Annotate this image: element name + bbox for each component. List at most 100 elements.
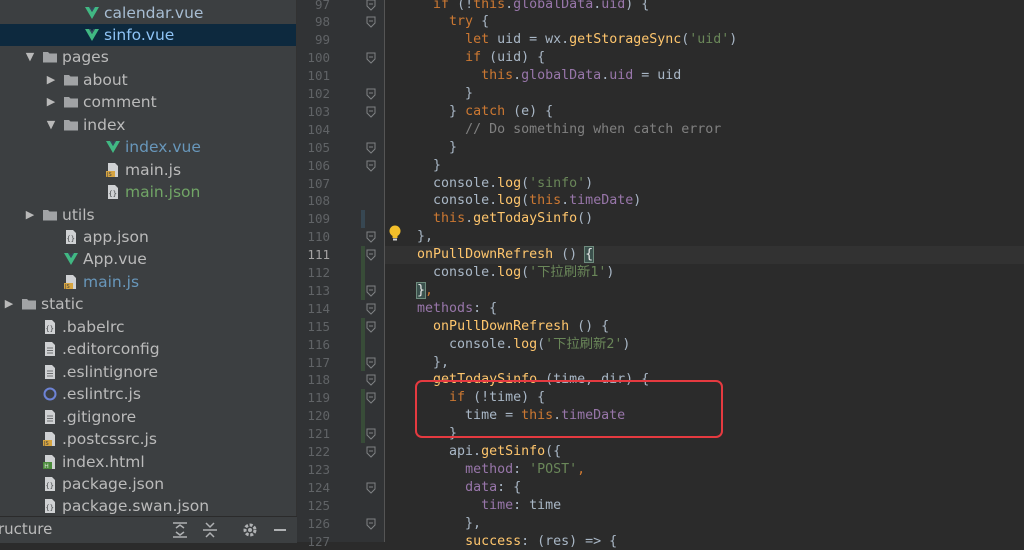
- chevron-down-icon[interactable]: ▼: [45, 118, 57, 131]
- minimize-icon[interactable]: [270, 520, 290, 540]
- fold-marker-icon[interactable]: [366, 231, 376, 243]
- tree-item-comment[interactable]: ▶comment: [0, 91, 297, 114]
- json-file-icon: {}: [42, 476, 58, 492]
- code-line[interactable]: },: [385, 515, 1024, 533]
- code-line[interactable]: }: [385, 85, 1024, 103]
- code-line[interactable]: onPullDownRefresh () {: [385, 246, 1024, 264]
- code-line[interactable]: console.log('下拉刷新1'): [385, 264, 1024, 282]
- fold-marker-icon[interactable]: [366, 374, 376, 386]
- tree-item-index-html[interactable]: Hindex.html: [0, 451, 297, 474]
- code-line[interactable]: // Do something when catch error: [385, 121, 1024, 139]
- code-line[interactable]: this.getTodaySinfo(): [385, 210, 1024, 228]
- line-number: 115: [297, 318, 330, 336]
- tree-item-about[interactable]: ▶about: [0, 69, 297, 92]
- collapse-all-icon[interactable]: [200, 520, 220, 540]
- fold-marker-icon[interactable]: [366, 0, 376, 11]
- code-line[interactable]: method: 'POST',: [385, 461, 1024, 479]
- code-line[interactable]: }: [385, 139, 1024, 157]
- fold-marker-icon[interactable]: [366, 482, 376, 494]
- vcs-added-marker[interactable]: [361, 246, 365, 300]
- fold-marker-icon[interactable]: [366, 16, 376, 28]
- tree-item-static[interactable]: ▶static: [0, 293, 297, 316]
- chevron-right-icon[interactable]: ▶: [45, 73, 57, 86]
- code-line[interactable]: success: (res) => {: [385, 533, 1024, 550]
- tree-item-index[interactable]: ▼index: [0, 114, 297, 137]
- code-line[interactable]: console.log(this.timeDate): [385, 192, 1024, 210]
- tree-item-editorconfig[interactable]: .editorconfig: [0, 338, 297, 361]
- code-token: }: [385, 86, 473, 101]
- code-line[interactable]: if (!this.globalData.uid) {: [385, 0, 1024, 13]
- fold-marker-icon[interactable]: [366, 446, 376, 458]
- tree-item-app-vue[interactable]: App.vue: [0, 248, 297, 271]
- tree-item-package-json[interactable]: {}package.json: [0, 473, 297, 496]
- line-number: 111: [297, 246, 330, 264]
- tree-item-postcssrc-js[interactable]: JS.postcssrc.js: [0, 428, 297, 451]
- code-token: (: [521, 176, 529, 191]
- code-line[interactable]: try {: [385, 13, 1024, 31]
- lightbulb-icon[interactable]: [388, 225, 402, 242]
- fold-marker-icon[interactable]: [366, 518, 376, 530]
- tree-item-babelrc[interactable]: {}.babelrc: [0, 316, 297, 339]
- vcs-added-marker[interactable]: [361, 318, 365, 372]
- code-line[interactable]: time: time: [385, 497, 1024, 515]
- expand-all-icon[interactable]: [170, 520, 190, 540]
- chevron-right-icon[interactable]: ▶: [24, 208, 36, 221]
- code-line[interactable]: },: [385, 228, 1024, 246]
- tree-item-gitignore[interactable]: .gitignore: [0, 406, 297, 429]
- vcs-added-marker[interactable]: [361, 389, 365, 443]
- tree-item-utils[interactable]: ▶ utils: [0, 204, 297, 227]
- tree-item-eslintignore[interactable]: .eslintignore: [0, 361, 297, 384]
- chevron-down-icon[interactable]: ▼: [24, 50, 36, 63]
- line-number: 106: [297, 157, 330, 175]
- tree-item-sinfo-vue[interactable]: sinfo.vue: [0, 24, 297, 47]
- fold-marker-icon[interactable]: [366, 160, 376, 172]
- tree-item-label: utils: [62, 205, 95, 225]
- code-line[interactable]: methods: {: [385, 300, 1024, 318]
- svg-text:JS: JS: [106, 172, 112, 178]
- code-token: (: [521, 193, 529, 208]
- code-line[interactable]: },: [385, 354, 1024, 372]
- code-line[interactable]: console.log('下拉刷新2'): [385, 336, 1024, 354]
- code-line[interactable]: if (uid) {: [385, 49, 1024, 67]
- code-line[interactable]: onPullDownRefresh () {: [385, 318, 1024, 336]
- fold-marker-icon[interactable]: [366, 106, 376, 118]
- chevron-right-icon[interactable]: ▶: [3, 297, 15, 310]
- fold-marker-icon[interactable]: [366, 285, 376, 297]
- code-line[interactable]: data: {: [385, 479, 1024, 497]
- code-token: [385, 498, 481, 513]
- gear-icon[interactable]: [240, 520, 260, 540]
- fold-marker-icon[interactable]: [366, 142, 376, 154]
- fold-marker-icon[interactable]: [366, 303, 376, 315]
- code-line[interactable]: api.getSinfo({: [385, 443, 1024, 461]
- tree-item-app-json[interactable]: {}app.json: [0, 226, 297, 249]
- code-line[interactable]: console.log('sinfo'): [385, 175, 1024, 193]
- code-token: let: [465, 32, 489, 47]
- code-token: this: [481, 68, 513, 83]
- tree-item-main-json[interactable]: {}main.json: [0, 181, 297, 204]
- svg-text:{}: {}: [109, 190, 117, 198]
- tree-item-package-swan-json[interactable]: {}package.swan.json: [0, 495, 297, 518]
- tree-item-main-js[interactable]: JSmain.js: [0, 159, 297, 182]
- code-line[interactable]: } catch (e) {: [385, 103, 1024, 121]
- fold-marker-icon[interactable]: [366, 249, 376, 261]
- tree-item-calendar-vue[interactable]: calendar.vue: [0, 2, 297, 25]
- fold-marker-icon[interactable]: [366, 357, 376, 369]
- fold-marker-icon[interactable]: [366, 52, 376, 64]
- tree-item-pages[interactable]: ▼pages: [0, 46, 297, 69]
- vcs-modified-marker[interactable]: [361, 210, 365, 228]
- fold-marker-icon[interactable]: [366, 321, 376, 333]
- code-token: (): [553, 247, 585, 262]
- code-line[interactable]: let uid = wx.getStorageSync('uid'): [385, 31, 1024, 49]
- chevron-right-icon[interactable]: ▶: [45, 95, 57, 108]
- fold-marker-icon[interactable]: [366, 392, 376, 404]
- code-line[interactable]: this.globalData.uid = uid: [385, 67, 1024, 85]
- tree-item-index-vue[interactable]: index.vue: [0, 136, 297, 159]
- code-line[interactable]: }: [385, 157, 1024, 175]
- code-line[interactable]: },: [385, 282, 1024, 300]
- fold-marker-icon[interactable]: [366, 428, 376, 440]
- tree-item-main-js[interactable]: JSmain.js: [0, 271, 297, 294]
- fold-marker-icon[interactable]: [366, 88, 376, 100]
- tree-item-eslintrc-js[interactable]: .eslintrc.js: [0, 383, 297, 406]
- line-number: 121: [297, 425, 330, 443]
- structure-tab-label[interactable]: ructure: [0, 520, 52, 538]
